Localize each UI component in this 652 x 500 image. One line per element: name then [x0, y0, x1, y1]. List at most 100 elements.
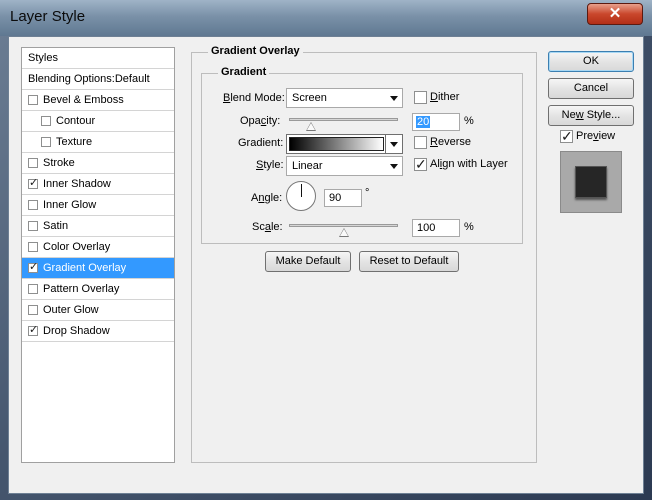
gradient-picker[interactable]	[286, 134, 403, 154]
dialog-body: Styles Blending Options:Default Bevel & …	[8, 36, 644, 494]
new-style-button[interactable]: New Style...	[548, 105, 634, 126]
scale-label: Scale:	[252, 221, 283, 233]
gradient-group-title: Gradient	[218, 66, 270, 78]
style-item-label: Inner Glow	[43, 199, 97, 211]
cancel-button[interactable]: Cancel	[548, 78, 634, 99]
style-item-checkbox[interactable]: ✓	[28, 324, 39, 336]
preview-square	[575, 166, 607, 198]
opacity-label: Opacity:	[240, 115, 281, 127]
style-item-label: Stroke	[43, 157, 75, 169]
style-item-label: Pattern Overlay	[43, 283, 120, 295]
style-select[interactable]: Linear	[286, 156, 403, 176]
reverse-label: Reverse	[430, 136, 471, 148]
gradient-label: Gradient:	[238, 137, 284, 149]
style-item-contour[interactable]: Contour	[22, 111, 174, 132]
blend-mode-select[interactable]: Screen	[286, 88, 403, 108]
preview-label: Preview	[576, 130, 616, 142]
style-item-stroke[interactable]: Stroke	[22, 153, 174, 174]
style-item-label: Texture	[56, 136, 93, 148]
gradient-group: Gradient Blend Mode: Screen Dither Opaci…	[201, 66, 523, 244]
style-item-label: Inner Shadow	[43, 178, 111, 190]
style-item-drop-shadow[interactable]: ✓ Drop Shadow	[22, 321, 174, 342]
close-button[interactable]: ✕	[587, 3, 643, 25]
blend-mode-label: Blend Mode:	[223, 92, 285, 104]
angle-dial[interactable]	[286, 181, 316, 211]
styles-list: Styles Blending Options:Default Bevel & …	[21, 47, 175, 463]
style-item-checkbox[interactable]: ✓	[28, 177, 39, 189]
angle-unit: °	[365, 187, 370, 199]
style-item-checkbox[interactable]	[28, 200, 38, 210]
opacity-value: 20	[416, 116, 431, 128]
title-bar[interactable]: Layer Style ✕	[0, 0, 652, 36]
gradient-overlay-title: Gradient Overlay	[208, 45, 303, 57]
style-item-bevel-emboss[interactable]: Bevel & Emboss	[22, 90, 174, 111]
check-icon: ✓	[29, 177, 39, 189]
make-default-button[interactable]: Make Default	[265, 251, 351, 272]
style-label: Style:	[256, 159, 284, 171]
style-value: Linear	[292, 160, 323, 172]
dither-label: Dither	[430, 91, 460, 103]
style-item-checkbox[interactable]	[28, 284, 38, 294]
style-item-checkbox[interactable]: ✓	[28, 261, 39, 273]
style-item-label: Drop Shadow	[43, 325, 110, 337]
style-item-label: Contour	[56, 115, 96, 127]
blend-mode-value: Screen	[292, 92, 327, 104]
scale-input[interactable]: 100	[412, 219, 460, 237]
chevron-down-icon	[390, 96, 398, 101]
style-item-checkbox[interactable]	[28, 305, 38, 315]
opacity-unit: %	[464, 115, 474, 127]
style-item-satin[interactable]: Satin	[22, 216, 174, 237]
window-title: Layer Style	[10, 8, 86, 25]
style-item-checkbox[interactable]	[28, 95, 38, 105]
opacity-slider-track[interactable]	[289, 118, 398, 121]
style-item-label: Satin	[43, 220, 69, 232]
style-item-color-overlay[interactable]: Color Overlay	[22, 237, 174, 258]
close-icon: ✕	[608, 5, 622, 22]
reset-to-default-button[interactable]: Reset to Default	[359, 251, 459, 272]
check-icon: ✓	[29, 261, 39, 273]
style-item-inner-glow[interactable]: Inner Glow	[22, 195, 174, 216]
scale-value: 100	[417, 222, 436, 234]
angle-value: 90	[329, 192, 342, 204]
angle-input[interactable]: 90	[324, 189, 362, 207]
preview-checkbox[interactable]: ✓	[560, 128, 573, 144]
angle-label: Angle:	[251, 192, 283, 204]
style-item-outer-glow[interactable]: Outer Glow	[22, 300, 174, 321]
blending-options-item[interactable]: Blending Options:Default	[22, 69, 174, 90]
ok-button[interactable]: OK	[548, 51, 634, 72]
align-with-layer-checkbox[interactable]: ✓	[414, 156, 427, 172]
style-item-checkbox[interactable]	[28, 242, 38, 252]
styles-header-label: Styles	[28, 52, 58, 64]
style-item-texture[interactable]: Texture	[22, 132, 174, 153]
style-item-checkbox[interactable]	[41, 137, 51, 147]
style-item-checkbox[interactable]	[28, 221, 38, 231]
style-item-label: Bevel & Emboss	[43, 94, 124, 106]
opacity-slider-thumb[interactable]	[305, 122, 316, 131]
chevron-down-icon[interactable]	[390, 142, 398, 147]
gradient-overlay-section: Gradient Overlay Gradient Blend Mode: Sc…	[191, 45, 537, 463]
style-item-checkbox[interactable]	[28, 158, 38, 168]
scale-unit: %	[464, 221, 474, 233]
style-item-label: Outer Glow	[43, 304, 99, 316]
check-icon: ✓	[415, 156, 427, 172]
check-icon: ✓	[29, 324, 39, 336]
blending-options-label: Blending Options:Default	[28, 73, 150, 85]
scale-slider-track[interactable]	[289, 224, 398, 227]
scale-slider-thumb[interactable]	[338, 228, 349, 237]
check-icon: ✓	[561, 128, 573, 144]
opacity-input[interactable]: 20	[412, 113, 460, 131]
styles-header[interactable]: Styles	[22, 48, 174, 69]
style-preview-thumbnail	[560, 151, 622, 213]
style-item-inner-shadow[interactable]: ✓ Inner Shadow	[22, 174, 174, 195]
dither-checkbox[interactable]	[414, 91, 427, 104]
chevron-down-icon	[390, 164, 398, 169]
style-item-gradient-overlay[interactable]: ✓ Gradient Overlay	[22, 258, 174, 279]
style-item-checkbox[interactable]	[41, 116, 51, 126]
angle-needle	[301, 184, 302, 197]
style-item-label: Gradient Overlay	[43, 262, 127, 274]
style-item-label: Color Overlay	[43, 241, 111, 253]
reverse-checkbox[interactable]	[414, 136, 427, 149]
divider	[385, 135, 386, 153]
style-item-pattern-overlay[interactable]: Pattern Overlay	[22, 279, 174, 300]
gradient-preview-bar[interactable]	[289, 137, 384, 151]
